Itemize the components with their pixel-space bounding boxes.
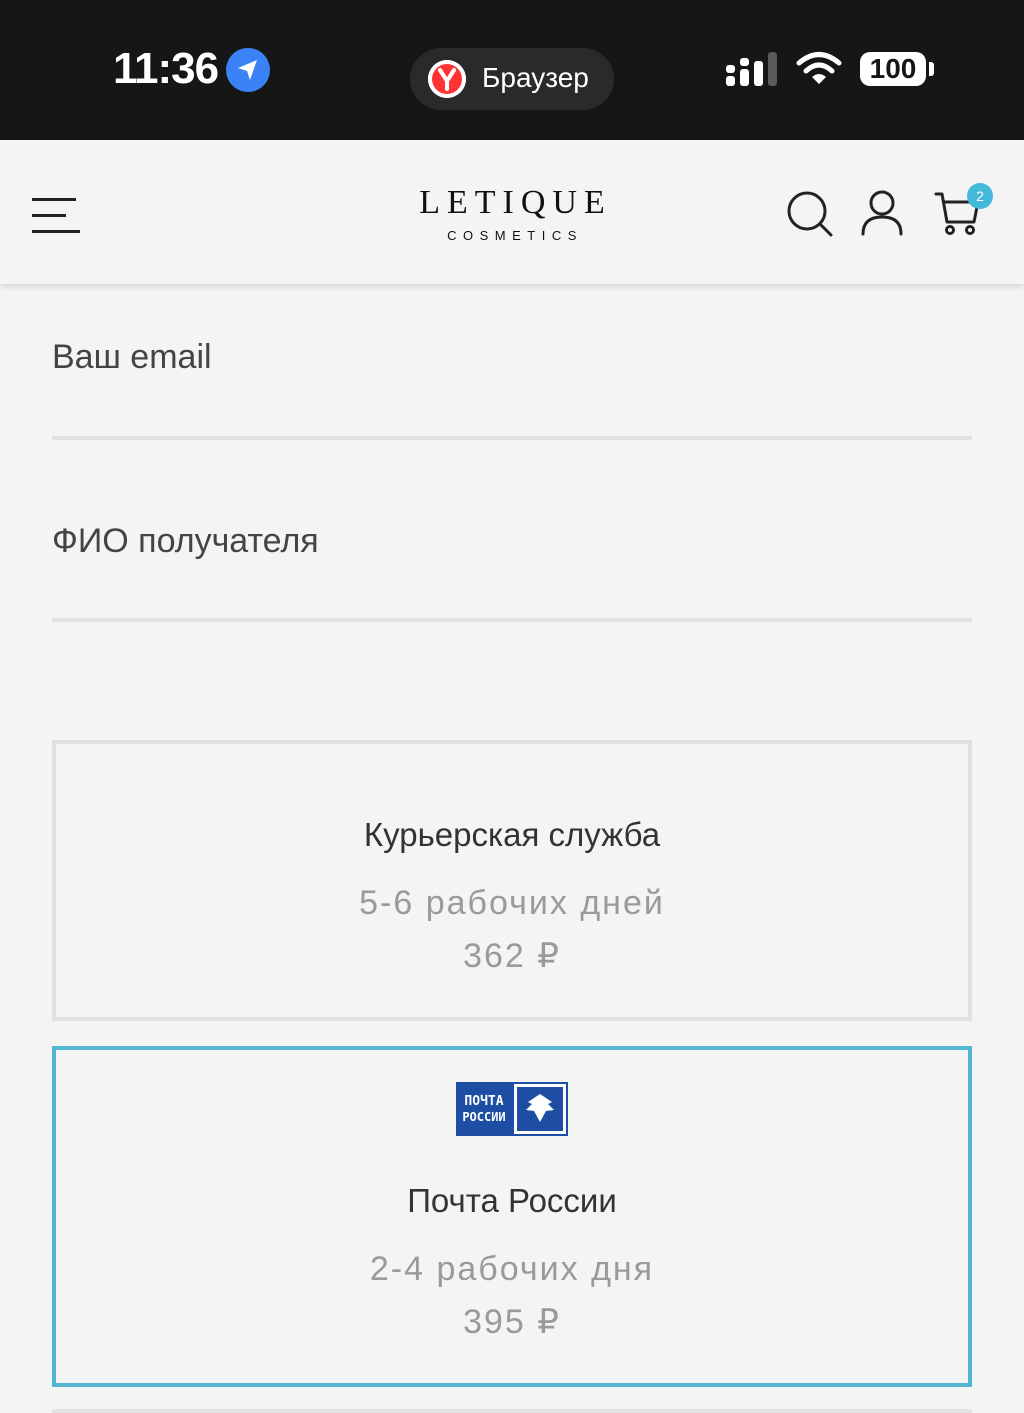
- delivery-option-russian-post[interactable]: ПОЧТА РОССИИ Почта России 2-4 рабочих дн…: [52, 1046, 972, 1387]
- delivery-option-title: Курьерская служба: [363, 816, 661, 853]
- delivery-option-courier[interactable]: Курьерская служба 5-6 рабочих дней 362 ₽: [52, 740, 972, 1021]
- delivery-option-days: 5-6 рабочих дней: [359, 884, 665, 922]
- battery-level: 100: [869, 53, 917, 84]
- search-icon[interactable]: [786, 190, 834, 238]
- email-field[interactable]: Ваш email: [52, 338, 212, 377]
- recipient-name-field[interactable]: ФИО получателя: [52, 522, 319, 561]
- cart-count-badge: 2: [967, 183, 993, 209]
- russian-post-logo: ПОЧТА РОССИИ: [456, 1082, 568, 1136]
- battery-tip: [929, 62, 934, 76]
- status-bar: 11:36 Браузер 100: [0, 0, 1024, 140]
- wifi-icon: [796, 50, 842, 88]
- user-account-icon[interactable]: [860, 190, 908, 238]
- post-logo-line2: РОССИИ: [462, 1110, 505, 1124]
- delivery-option-title: Почта России: [407, 1182, 617, 1219]
- status-time: 11:36: [113, 44, 219, 93]
- section-divider: [52, 1409, 972, 1413]
- delivery-option-days: 2-4 рабочих дня: [369, 1250, 655, 1288]
- delivery-option-price: 395 ₽: [463, 1303, 561, 1341]
- email-field-underline: [52, 436, 972, 440]
- post-logo-line1: ПОЧТА: [464, 1094, 503, 1109]
- site-header: LETIQUE COSMETICS: [0, 140, 1024, 284]
- cellular-signal-icon: [726, 52, 780, 88]
- battery-indicator: 100: [860, 52, 926, 86]
- yandex-browser-icon: [428, 60, 466, 98]
- browser-pill[interactable]: Браузер: [410, 48, 614, 110]
- delivery-option-price: 362 ₽: [463, 937, 561, 975]
- browser-pill-label: Браузер: [482, 62, 589, 93]
- recipient-name-field-underline: [52, 618, 972, 622]
- location-arrow-icon: [226, 48, 270, 92]
